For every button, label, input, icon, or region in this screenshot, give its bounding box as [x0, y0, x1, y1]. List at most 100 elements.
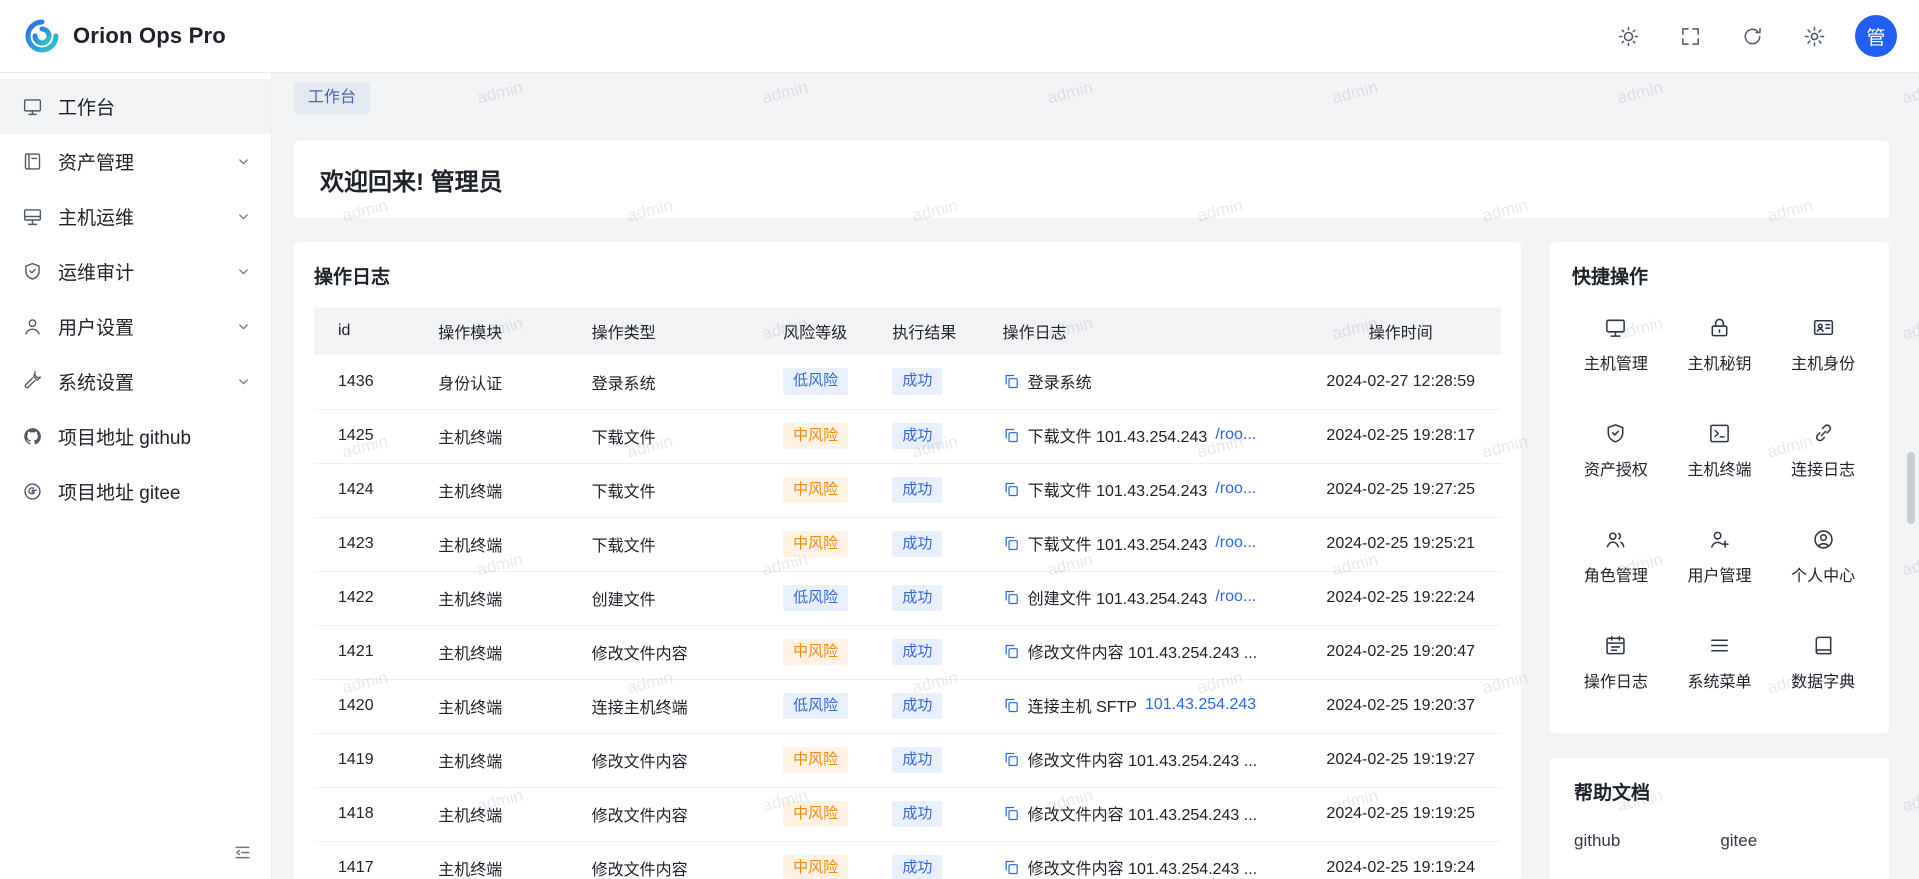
sidebar-item-audit[interactable]: 运维审计: [0, 244, 271, 299]
log-time: 2024-02-25 19:19:27: [1326, 751, 1475, 768]
risk-badge: 低风险: [783, 693, 848, 720]
log-id: 1421: [338, 643, 374, 660]
risk-badge: 中风险: [783, 423, 848, 450]
risk-badge: 中风险: [783, 639, 848, 666]
help-docs-card: 帮助文档 github gitee: [1550, 758, 1889, 879]
sidebar-item-gitee[interactable]: 项目地址 gitee: [0, 464, 271, 519]
copy-icon[interactable]: [1003, 589, 1020, 606]
scrollbar-thumb[interactable]: [1907, 452, 1915, 524]
copy-icon[interactable]: [1003, 697, 1020, 714]
log-table-row: 1436身份认证登录系统低风险成功登录系统2024-02-27 12:28:59: [314, 355, 1501, 409]
log-module: 主机终端: [438, 700, 502, 717]
copy-icon[interactable]: [1003, 535, 1020, 552]
log-type: 下载文件: [592, 430, 656, 447]
chevron-down-icon: [236, 209, 251, 224]
log-link[interactable]: /roo...: [1215, 534, 1256, 552]
sidebar-item-user-settings[interactable]: 用户设置: [0, 299, 271, 354]
copy-icon[interactable]: [1003, 427, 1020, 444]
log-table-row: 1425主机终端下载文件中风险成功下载文件 101.43.254.243 /ro…: [314, 409, 1501, 463]
sidebar-item-github[interactable]: 项目地址 github: [0, 409, 271, 464]
gitee-link[interactable]: gitee: [1720, 831, 1757, 851]
log-text: 下载文件 101.43.254.243: [1028, 477, 1208, 501]
header-actions: 管: [1607, 15, 1897, 57]
log-message: 修改文件内容 101.43.254.243 ...: [1003, 639, 1257, 663]
quick-action-host-identity[interactable]: 主机身份: [1771, 295, 1875, 395]
sidebar-item-workbench[interactable]: 工作台: [0, 79, 271, 134]
copy-icon[interactable]: [1003, 481, 1020, 498]
sidebar-item-host-ops[interactable]: 主机运维: [0, 189, 271, 244]
sidebar-collapse-icon[interactable]: [227, 837, 257, 867]
log-text: 创建文件 101.43.254.243: [1028, 585, 1208, 609]
log-id: 1424: [338, 481, 374, 498]
log-table-row: 1421主机终端修改文件内容中风险成功修改文件内容 101.43.254.243…: [314, 625, 1501, 679]
quick-action-system-menu[interactable]: 系统菜单: [1668, 613, 1772, 713]
quick-action-user-manage[interactable]: 用户管理: [1668, 507, 1772, 607]
quick-action-host-key[interactable]: 主机秘钥: [1668, 295, 1772, 395]
brand: Orion Ops Pro: [24, 18, 226, 54]
quick-action-operation-log[interactable]: 操作日志: [1564, 613, 1668, 713]
log-time: 2024-02-25 19:28:17: [1326, 427, 1475, 444]
sidebar-item-label: 主机运维: [58, 203, 134, 230]
copy-icon[interactable]: [1003, 751, 1020, 768]
terminal-icon: [1708, 422, 1731, 445]
copy-icon[interactable]: [1003, 859, 1020, 876]
quick-action-personal-center[interactable]: 个人中心: [1771, 507, 1875, 607]
log-text: 下载文件 101.43.254.243: [1028, 423, 1208, 447]
copy-icon[interactable]: [1003, 805, 1020, 822]
log-time: 2024-02-25 19:25:21: [1326, 535, 1475, 552]
log-link[interactable]: /roo...: [1215, 588, 1256, 606]
log-module: 主机终端: [438, 484, 502, 501]
result-badge: 成功: [892, 855, 942, 879]
quick-action-connection-log[interactable]: 连接日志: [1771, 401, 1875, 501]
refresh-icon[interactable]: [1731, 15, 1773, 57]
log-time: 2024-02-25 19:20:47: [1326, 643, 1475, 660]
watermark-text: admin: [1900, 786, 1919, 817]
app-title: Orion Ops Pro: [73, 23, 226, 49]
settings-icon[interactable]: [1793, 15, 1835, 57]
column-header-time: 操作时间: [1300, 307, 1501, 355]
result-badge: 成功: [892, 477, 942, 504]
menu-icon: [1708, 634, 1731, 657]
log-link[interactable]: /roo...: [1215, 426, 1256, 444]
github-link[interactable]: github: [1574, 831, 1620, 851]
result-badge: 成功: [892, 747, 942, 774]
sidebar-item-label: 系统设置: [58, 368, 134, 395]
result-badge: 成功: [892, 639, 942, 666]
risk-badge: 中风险: [783, 855, 848, 879]
sidebar-item-system-settings[interactable]: 系统设置: [0, 354, 271, 409]
quick-action-label: 角色管理: [1584, 562, 1648, 586]
chevron-down-icon: [236, 264, 251, 279]
user-icon: [22, 316, 43, 337]
sidebar-item-assets[interactable]: 资产管理: [0, 134, 271, 189]
log-link[interactable]: /roo...: [1215, 480, 1256, 498]
log-type: 下载文件: [592, 484, 656, 501]
theme-toggle-icon[interactable]: [1607, 15, 1649, 57]
book-icon: [1812, 634, 1835, 657]
quick-action-asset-auth[interactable]: 资产授权: [1564, 401, 1668, 501]
log-message: 下载文件 101.43.254.243 /roo...: [1003, 477, 1257, 501]
fullscreen-icon[interactable]: [1669, 15, 1711, 57]
log-time: 2024-02-25 19:19:24: [1326, 859, 1475, 876]
log-link[interactable]: 101.43.254.243: [1145, 696, 1256, 714]
log-module: 身份认证: [438, 376, 502, 393]
log-id: 1418: [338, 805, 374, 822]
lock-icon: [1708, 316, 1731, 339]
tab-workbench[interactable]: 工作台: [294, 82, 370, 114]
sidebar-item-label: 工作台: [58, 93, 115, 120]
quick-action-data-dict[interactable]: 数据字典: [1771, 613, 1875, 713]
copy-icon[interactable]: [1003, 643, 1020, 660]
user-avatar[interactable]: 管: [1855, 15, 1897, 57]
help-links: github gitee: [1574, 831, 1865, 851]
quick-action-role-manage[interactable]: 角色管理: [1564, 507, 1668, 607]
log-message: 下载文件 101.43.254.243 /roo...: [1003, 531, 1257, 555]
log-type: 连接主机终端: [592, 700, 688, 717]
quick-action-host-manage[interactable]: 主机管理: [1564, 295, 1668, 395]
result-badge: 成功: [892, 423, 942, 450]
log-text: 修改文件内容 101.43.254.243 ...: [1028, 639, 1257, 663]
log-text: 下载文件 101.43.254.243: [1028, 531, 1208, 555]
quick-action-label: 资产授权: [1584, 456, 1648, 480]
log-message: 登录系统: [1003, 369, 1092, 393]
copy-icon[interactable]: [1003, 373, 1020, 390]
calendar-icon: [1604, 634, 1627, 657]
quick-action-host-terminal[interactable]: 主机终端: [1668, 401, 1772, 501]
